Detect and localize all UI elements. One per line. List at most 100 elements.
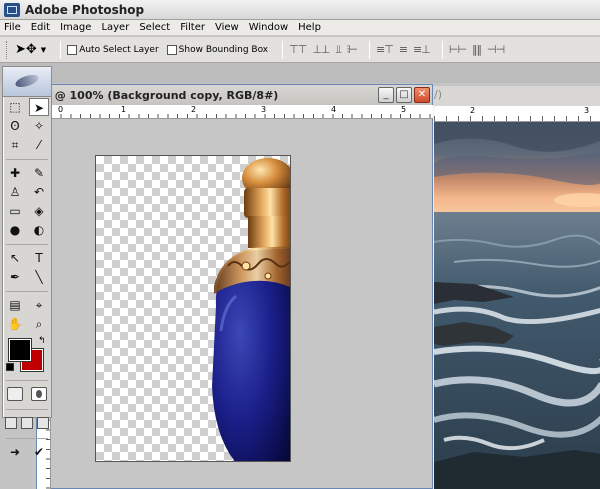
jump-to-imageready-icon[interactable]: ➜ <box>5 443 25 461</box>
full-screen-icon[interactable] <box>37 417 49 429</box>
photoshop-app-icon <box>4 2 20 17</box>
ruler-tick-label: 3 <box>584 106 590 115</box>
clone-stamp-icon[interactable]: ♙ <box>5 183 25 201</box>
standard-mode-icon[interactable] <box>7 387 23 401</box>
ruler-tick-label: 3 <box>261 105 267 114</box>
menu-image[interactable]: Image <box>60 22 91 33</box>
auto-select-layer-label: Auto Select Layer <box>79 44 159 55</box>
pen-icon[interactable]: ✒ <box>5 268 25 286</box>
ocean-document-window[interactable]: /) 2 3 <box>428 86 600 489</box>
menu-help[interactable]: Help <box>298 22 321 33</box>
type-icon[interactable]: T <box>29 249 49 267</box>
document-title: g @ 100% (Background copy, RGB/8#) <box>43 88 279 102</box>
full-screen-menu-icon[interactable] <box>21 417 33 429</box>
distribute-bottom-icon[interactable]: ≡⊥ <box>413 43 431 56</box>
menu-view[interactable]: View <box>215 22 239 33</box>
show-bounding-box-checkbox[interactable]: Show Bounding Box <box>166 44 269 55</box>
separator <box>369 40 371 59</box>
perfume-bottle-image <box>212 158 290 461</box>
menu-window[interactable]: Window <box>249 22 288 33</box>
align-left-icon[interactable]: ⫶⊢ <box>347 43 358 57</box>
tool-preset-dropdown-icon[interactable]: ▼ <box>41 46 46 54</box>
standard-screen-icon[interactable] <box>5 417 17 429</box>
checkbox-box[interactable] <box>166 44 177 55</box>
eraser-icon[interactable]: ▭ <box>5 202 25 220</box>
ruler-tick-label: 2 <box>470 106 476 115</box>
ocean-horizontal-ruler[interactable]: 2 3 <box>434 106 600 122</box>
align-vcenter-icon[interactable]: ⊥⊥ <box>312 43 330 56</box>
close-icon[interactable]: ✕ <box>414 87 430 103</box>
notes-icon[interactable]: ▤ <box>5 296 25 314</box>
toolbox-header-logo[interactable] <box>3 67 51 97</box>
path-select-icon[interactable]: ↖ <box>5 249 25 267</box>
ocean-sunset-image <box>434 122 600 489</box>
menu-layer[interactable]: Layer <box>101 22 129 33</box>
paint-bucket-icon[interactable]: ◈ <box>29 202 49 220</box>
feather-logo-icon <box>14 72 40 90</box>
document-titlebar[interactable]: g @ 100% (Background copy, RGB/8#) _ □ ✕ <box>37 85 432 105</box>
checkbox-box[interactable] <box>67 44 78 55</box>
align-top-icon[interactable]: ⊤⊤ <box>289 43 307 56</box>
ruler-tick-label: 5 <box>401 105 407 114</box>
menu-file[interactable]: File <box>4 22 21 33</box>
ocean-window-titlebar[interactable]: /) <box>430 86 600 106</box>
foreground-color-swatch[interactable] <box>8 338 32 362</box>
tool-separator <box>6 286 48 292</box>
align-bottom-icon[interactable]: ⫫ <box>335 43 341 57</box>
hand-icon[interactable]: ✋ <box>5 315 25 333</box>
tool-separator <box>6 433 48 439</box>
options-bar: ➤✥ ▼ Auto Select Layer Show Bounding Box… <box>0 37 600 63</box>
zoom-icon[interactable]: ⌕ <box>29 315 49 333</box>
eyedropper-icon[interactable]: ⌖ <box>29 296 49 314</box>
tool-separator <box>6 239 48 245</box>
workspace-background <box>0 63 600 83</box>
document-canvas[interactable] <box>95 155 291 462</box>
rect-marquee-icon[interactable]: ⬚ <box>5 98 25 116</box>
document-window[interactable]: g @ 100% (Background copy, RGB/8#) _ □ ✕… <box>36 84 433 489</box>
menu-edit[interactable]: Edit <box>31 22 50 33</box>
options-grip[interactable] <box>6 40 9 59</box>
lasso-icon[interactable]: ʘ <box>5 117 25 135</box>
menu-bar: File Edit Image Layer Select Filter View… <box>0 20 600 36</box>
quick-mask-icon[interactable] <box>31 387 47 401</box>
blur-icon[interactable]: ● <box>5 221 25 239</box>
separator <box>60 40 62 59</box>
show-bounding-box-label: Show Bounding Box <box>178 44 269 55</box>
tool-separator <box>6 154 48 160</box>
magic-wand-icon[interactable]: ✧ <box>29 117 49 135</box>
distribute-right-icon[interactable]: ⊣⊣ <box>487 43 505 56</box>
dodge-icon[interactable]: ◐ <box>29 221 49 239</box>
default-colors-icon[interactable] <box>6 363 14 371</box>
maximize-icon[interactable]: □ <box>396 87 412 103</box>
distribute-vcenter-icon[interactable]: ≡ <box>399 43 408 56</box>
line-icon[interactable]: ╲ <box>29 268 49 286</box>
ruler-tick-label: 2 <box>191 105 197 114</box>
crop-icon[interactable]: ⌗ <box>5 136 25 154</box>
ruler-tick-label: 4 <box>331 105 337 114</box>
tool-separator <box>6 404 48 410</box>
checkmark-icon[interactable]: ✔ <box>29 443 49 461</box>
minimize-icon[interactable]: _ <box>378 87 394 103</box>
ruler-tick-label: 0 <box>58 105 64 114</box>
distribute-top-icon[interactable]: ≡⊤ <box>376 43 394 56</box>
move-tool-icon[interactable]: ➤✥ <box>15 42 37 57</box>
menu-filter[interactable]: Filter <box>180 22 205 33</box>
brush-icon[interactable]: ✎ <box>29 164 49 182</box>
menu-select[interactable]: Select <box>139 22 170 33</box>
app-titlebar: Adobe Photoshop <box>0 0 600 20</box>
horizontal-ruler[interactable]: 0 1 2 3 4 5 <box>51 105 433 119</box>
app-title: Adobe Photoshop <box>25 2 145 17</box>
distribute-left-icon[interactable]: ⊢⊢ <box>449 43 467 56</box>
toolbox: ⬚ ➤ ʘ ✧ ⌗ ⁄ ✚ ✎ ♙ ↶ ▭ ◈ ● ◐ ↖ T ✒ ╲ ▤ ⌖ … <box>2 66 52 459</box>
ocean-photo <box>434 122 600 489</box>
healing-brush-icon[interactable]: ✚ <box>5 164 25 182</box>
window-controls: _ □ ✕ <box>376 87 430 103</box>
move-icon[interactable]: ➤ <box>29 97 49 116</box>
separator <box>282 40 284 59</box>
auto-select-layer-checkbox[interactable]: Auto Select Layer <box>67 44 159 55</box>
swap-colors-icon[interactable]: ↰ <box>38 336 46 346</box>
history-brush-icon[interactable]: ↶ <box>29 183 49 201</box>
ruler-tick-label: 1 <box>121 105 127 114</box>
slice-icon[interactable]: ⁄ <box>29 136 49 154</box>
distribute-hcenter-icon[interactable]: ‖‖ <box>472 43 482 56</box>
